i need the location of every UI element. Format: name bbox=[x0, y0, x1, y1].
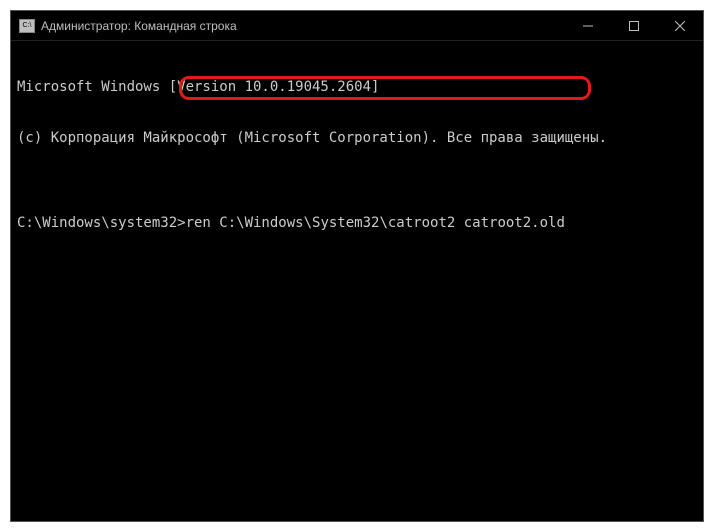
terminal-prompt: C:\Windows\system32> bbox=[17, 215, 186, 231]
close-button[interactable] bbox=[657, 11, 703, 40]
terminal-output[interactable]: Microsoft Windows [Version 10.0.19045.26… bbox=[11, 41, 703, 270]
minimize-button[interactable] bbox=[565, 11, 611, 40]
window-controls bbox=[565, 11, 703, 40]
maximize-icon bbox=[629, 21, 639, 31]
window-title: Администратор: Командная строка bbox=[41, 19, 237, 33]
terminal-line-copyright: (c) Корпорация Майкрософт (Microsoft Cor… bbox=[17, 130, 697, 147]
titlebar-left: C:\ Администратор: Командная строка bbox=[11, 19, 237, 33]
close-icon bbox=[675, 21, 685, 31]
minimize-icon bbox=[583, 21, 593, 31]
cmd-icon: C:\ bbox=[19, 19, 35, 33]
terminal-line-version: Microsoft Windows [Version 10.0.19045.26… bbox=[17, 79, 697, 96]
terminal-prompt-line: C:\Windows\system32>ren C:\Windows\Syste… bbox=[17, 215, 697, 232]
terminal-cursor bbox=[565, 217, 573, 231]
terminal-command: ren C:\Windows\System32\catroot2 catroot… bbox=[186, 215, 565, 231]
maximize-button[interactable] bbox=[611, 11, 657, 40]
command-prompt-window: C:\ Администратор: Командная строка bbox=[10, 10, 704, 522]
window-titlebar[interactable]: C:\ Администратор: Командная строка bbox=[11, 11, 703, 41]
